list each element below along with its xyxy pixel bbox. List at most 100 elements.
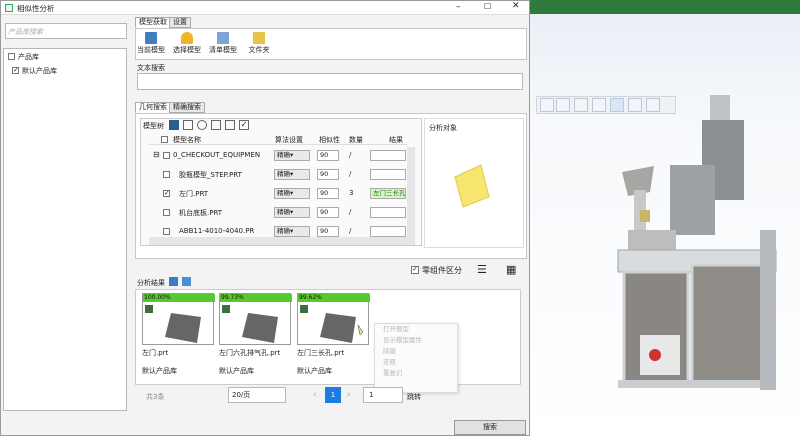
model-tree-label: 模型树 [143,122,164,130]
current-model-button[interactable]: 当前模型 [134,32,168,55]
row-algorithm-select[interactable]: 精确▾ [274,169,310,180]
row-quantity: / [349,208,352,216]
tab-model-acquire[interactable]: 模型获取 [135,17,171,28]
tree-item-default-library[interactable]: 默认产品库 [22,66,57,76]
page-1-button[interactable]: 1 [325,387,341,403]
folder-button[interactable]: 文件夹 [242,32,276,55]
row-model-name: 0_CHECKOUT_EQUIPMEN [173,151,261,159]
per-page-select[interactable]: 20/页 [228,387,286,403]
similarity-bar: 100.00% [143,294,215,302]
row-similarity-input[interactable]: 90 [317,207,339,218]
row-checkbox[interactable] [163,228,170,235]
row-checkbox[interactable] [163,209,170,216]
maximize-icon[interactable]: ☐ [484,2,491,11]
table-row[interactable]: ABB11-4010-4040.PR 精确▾ 90 / [149,223,407,237]
table-row[interactable]: 胶瓶模型_STEP.PRT 精确▾ 90 / [149,166,407,184]
list-model-label: 清单模型 [209,46,237,54]
select-model-button[interactable]: 选择模型 [170,32,204,55]
menu-item-show-properties[interactable]: 显示模型属性 [375,335,457,346]
horizontal-scrollbar[interactable] [149,237,415,245]
result-card[interactable]: 99.62% [297,293,370,345]
row-algorithm-select[interactable]: 精确▾ [274,188,310,199]
list-view-icon[interactable]: ☰ [477,263,487,276]
tree-tool-3-icon[interactable] [197,120,207,130]
vertical-scrollbar[interactable] [407,147,415,237]
tab-settings[interactable]: 设置 [169,17,191,28]
row-algorithm-select[interactable]: 精确▾ [274,150,310,161]
row-checkbox-checked[interactable]: ✓ [163,190,170,197]
row-quantity: / [349,227,352,235]
tree-checkbox-product-library[interactable] [8,53,15,60]
geometry-search-panel: 模型树 ✓ 模型名称 算法设置 相似性 数量 结果 ⊟ 0_CHECKOUT_E… [135,113,527,259]
part-preview-image [454,164,490,208]
tree-tool-2-icon[interactable] [183,120,193,130]
results-export-icon[interactable] [169,277,178,286]
result-thumbnail [222,305,278,343]
menu-item-3[interactable]: 除屋 [375,346,457,357]
prev-page-icon[interactable]: ‹ [313,390,317,400]
tree-checkbox-default-library[interactable]: ✓ [12,67,19,74]
result-card[interactable]: 99.73% [219,293,292,345]
row-similarity-input[interactable]: 90 [317,226,339,237]
minimize-icon[interactable]: – [456,2,461,12]
list-model-button[interactable]: 清单模型 [206,32,240,55]
col-quantity: 数量 [349,136,363,144]
tab-exact-search[interactable]: 精确搜索 [169,102,205,113]
cad-tool-2-icon[interactable] [556,98,570,112]
grid-view-icon[interactable]: ▦ [506,263,516,276]
row-quantity: / [349,151,352,159]
cad-tool-4-icon[interactable] [592,98,606,112]
goto-label: 跳转 [407,393,421,401]
similarity-bar: 99.73% [220,294,292,302]
window-title: 相似性分析 [17,4,55,13]
row-similarity-input[interactable]: 90 [317,150,339,161]
goto-page-input[interactable]: 1 [363,387,403,403]
tree-item-product-library[interactable]: 产品库 [18,52,39,62]
col-algorithm: 算法设置 [275,136,303,144]
analysis-object-panel: 分析对象 [424,118,524,248]
app-icon [5,4,13,12]
pagination-total: 共3条 [146,393,165,401]
similarity-bar: 99.62% [298,294,370,302]
result-thumbnail [300,305,364,343]
table-row[interactable]: 机台底板.PRT 精确▾ 90 / [149,204,407,222]
menu-item-5[interactable]: 重复们 [375,368,457,379]
row-checkbox[interactable] [163,171,170,178]
tree-check-all-icon[interactable]: ✓ [239,120,249,130]
header-select-all-checkbox[interactable] [161,136,168,143]
row-model-name: 左门.PRT [179,190,209,198]
close-icon[interactable]: ✕ [512,1,520,11]
results-folder-icon[interactable] [182,277,191,286]
row-algorithm-select[interactable]: 精确▾ [274,226,310,237]
next-page-icon[interactable]: › [347,390,351,400]
analysis-object-label: 分析对象 [429,124,457,132]
menu-item-open-model[interactable]: 打开模型 [375,324,457,335]
search-button[interactable]: 搜索 [454,420,526,435]
row-result [370,226,406,237]
cad-header-bar [530,0,800,14]
select-model-label: 选择模型 [173,46,201,54]
row-similarity-input[interactable]: 90 [317,169,339,180]
folder-label: 文件夹 [248,46,270,54]
result-card-name: 左门.prt [142,349,169,357]
model-tree-header: 模型名称 算法设置 相似性 数量 结果 [149,134,407,145]
row-result[interactable]: 左门三长孔 [370,188,406,199]
tab-geometry-search[interactable]: 几何搜索 [135,102,171,113]
row-similarity-input[interactable]: 90 [317,188,339,199]
tree-tool-5-icon[interactable] [225,120,235,130]
cad-tool-3-icon[interactable] [574,98,588,112]
table-row[interactable]: ✓ 左门.PRT 精确▾ 90 3 左门三长孔 [149,185,407,203]
text-search-input[interactable] [137,73,523,90]
tree-tool-4-icon[interactable] [211,120,221,130]
tree-tool-1-icon[interactable] [169,120,179,130]
cad-tool-1-icon[interactable] [540,98,554,112]
row-algorithm-select[interactable]: 精确▾ [274,207,310,218]
table-row[interactable]: ⊟ 0_CHECKOUT_EQUIPMEN 精确▾ 90 / [149,147,407,165]
row-checkbox[interactable] [163,152,170,159]
part-distinguish-checkbox[interactable]: ✓ [411,266,419,274]
result-card[interactable]: 100.00% [142,293,215,345]
collapse-icon[interactable]: ⊟ [153,150,160,159]
product-library-search-input[interactable]: 产品库搜索 [5,23,127,39]
menu-item-restore[interactable]: 还原 [375,357,457,368]
model-tree-panel: 模型树 ✓ 模型名称 算法设置 相似性 数量 结果 ⊟ 0_CHECKOUT_E… [140,118,422,246]
